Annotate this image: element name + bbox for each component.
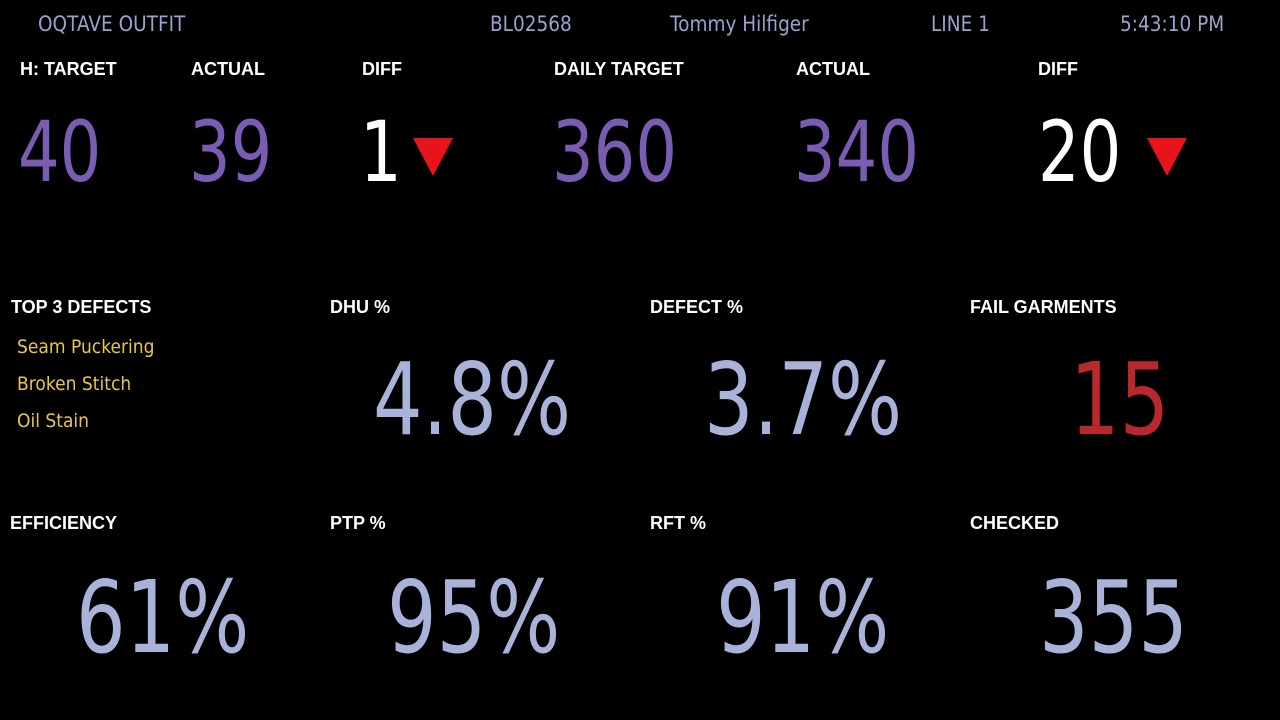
dhu-label: DHU % (330, 297, 391, 317)
checked-value: 355 (1039, 559, 1188, 676)
company-name: OQTAVE OUTFIT (38, 12, 186, 36)
fail-garments-label: FAIL GARMENTS (970, 297, 1117, 317)
fail-garments-value: 15 (1070, 341, 1170, 458)
buyer-name: Tommy Hilfiger (670, 12, 809, 36)
daily-target-label: DAILY TARGET (554, 59, 684, 79)
daily-actual-value: 340 (794, 103, 920, 201)
top-defects-label: TOP 3 DEFECTS (11, 297, 152, 317)
ptp-label: PTP % (330, 513, 386, 533)
ptp-value: 95% (387, 559, 561, 676)
defect-pct-value: 3.7% (704, 341, 903, 458)
line-name: LINE 1 (931, 12, 990, 36)
rft-label: RFT % (650, 513, 706, 533)
down-triangle-icon (413, 138, 453, 176)
hourly-target-value: 40 (18, 103, 102, 201)
clock-time: 5:43:10 PM (1120, 12, 1225, 36)
checked-label: CHECKED (970, 513, 1060, 533)
dhu-value: 4.8% (373, 341, 572, 458)
defect-item: Oil Stain (17, 410, 90, 432)
daily-diff-label: DIFF (1038, 59, 1078, 79)
defect-pct-label: DEFECT % (650, 297, 744, 317)
daily-target-value: 360 (552, 103, 678, 201)
style-code: BL02568 (490, 12, 572, 36)
hourly-diff-label: DIFF (362, 59, 402, 79)
rft-value: 91% (716, 559, 890, 676)
efficiency-label: EFFICIENCY (10, 513, 118, 533)
defect-item: Seam Puckering (17, 336, 155, 358)
daily-actual-label: ACTUAL (796, 59, 870, 79)
down-triangle-icon (1147, 138, 1187, 176)
hourly-diff-value: 1 (360, 103, 402, 201)
efficiency-value: 61% (76, 559, 250, 676)
hourly-actual-label: ACTUAL (191, 59, 265, 79)
daily-diff-value: 20 (1038, 103, 1122, 201)
hourly-target-label: H: TARGET (20, 59, 117, 79)
hourly-actual-value: 39 (189, 103, 273, 201)
defect-item: Broken Stitch (17, 373, 132, 395)
